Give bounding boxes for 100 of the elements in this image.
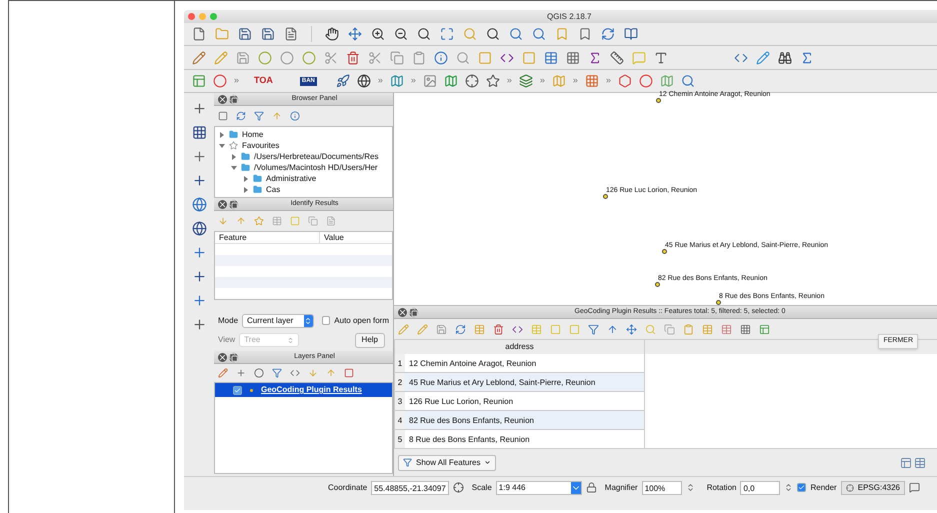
binoculars-icon[interactable] bbox=[778, 50, 792, 64]
close-icon[interactable] bbox=[218, 200, 227, 208]
magnifier-icon[interactable] bbox=[417, 27, 431, 41]
layer-row[interactable]: GeoCoding Plugin Results bbox=[215, 383, 392, 397]
close-icon[interactable] bbox=[398, 308, 407, 316]
message-icon[interactable] bbox=[908, 482, 920, 493]
tree-item[interactable]: Administrative bbox=[266, 174, 316, 184]
help-button[interactable]: Help bbox=[354, 332, 385, 348]
tree-item[interactable]: Cas bbox=[266, 184, 280, 194]
magnifier-icon[interactable] bbox=[486, 27, 500, 41]
refresh-icon[interactable] bbox=[601, 27, 615, 41]
sigma-icon[interactable] bbox=[800, 50, 814, 64]
more-chevron[interactable]: » bbox=[378, 74, 383, 88]
save-icon[interactable] bbox=[238, 27, 252, 41]
zoom-in-icon[interactable] bbox=[371, 27, 385, 41]
copy-icon[interactable] bbox=[390, 50, 404, 64]
cut-icon[interactable] bbox=[368, 50, 382, 64]
pen-icon[interactable] bbox=[756, 50, 770, 64]
calculator-icon[interactable] bbox=[740, 324, 751, 334]
globe-icon[interactable] bbox=[356, 74, 371, 88]
refresh-icon[interactable] bbox=[455, 324, 466, 334]
more-chevron[interactable]: » bbox=[572, 74, 578, 88]
layer-name[interactable]: GeoCoding Plugin Results bbox=[261, 384, 362, 396]
layer-checkbox[interactable] bbox=[233, 386, 242, 394]
delete-icon[interactable] bbox=[493, 324, 504, 334]
checkbox[interactable] bbox=[322, 316, 330, 325]
expression-icon[interactable] bbox=[512, 324, 523, 334]
identify-icon[interactable] bbox=[434, 50, 448, 64]
table-cell: 82 Rue des Bons Enfants, Reunion bbox=[405, 411, 644, 429]
tree-item[interactable]: Home bbox=[242, 130, 264, 140]
tree-item[interactable]: Favourites bbox=[242, 140, 280, 150]
table-view-icon[interactable] bbox=[914, 456, 926, 468]
book-icon[interactable] bbox=[624, 27, 638, 41]
more-chevron[interactable]: » bbox=[410, 74, 416, 88]
ruler-icon[interactable] bbox=[610, 50, 624, 64]
right-triangle-icon[interactable] bbox=[219, 132, 225, 138]
rocket-icon[interactable] bbox=[336, 74, 350, 88]
delete-icon[interactable] bbox=[346, 50, 360, 64]
table-cell: 45 Rue Marius et Ary Leblond, Saint-Pierre, Reunion bbox=[405, 373, 644, 391]
magnifier-field[interactable]: 100% bbox=[642, 480, 682, 494]
show-all-features-button[interactable]: Show All Features bbox=[398, 454, 496, 470]
table-icon[interactable] bbox=[544, 50, 558, 64]
more-chevron[interactable]: » bbox=[606, 74, 611, 88]
scale-field[interactable]: 1:9 446 bbox=[496, 480, 582, 494]
window-title: QGIS 2.18.7 bbox=[546, 10, 592, 22]
filter-icon[interactable] bbox=[254, 111, 264, 121]
map-icon[interactable] bbox=[660, 74, 674, 88]
render-checkbox[interactable] bbox=[797, 483, 806, 492]
more-chevron[interactable]: » bbox=[234, 74, 240, 88]
point-symbol-icon bbox=[250, 388, 253, 392]
stepper-icon[interactable] bbox=[784, 483, 794, 492]
text-icon[interactable] bbox=[654, 50, 668, 64]
filter-icon[interactable] bbox=[588, 324, 599, 334]
new-file-icon[interactable] bbox=[192, 27, 206, 41]
star-icon[interactable] bbox=[486, 74, 500, 88]
layout-icon[interactable] bbox=[192, 74, 206, 88]
calculator-icon[interactable] bbox=[566, 50, 580, 64]
zoom-out-icon[interactable] bbox=[394, 27, 408, 41]
mode-select[interactable]: Current layer bbox=[242, 314, 314, 328]
more-chevron[interactable]: » bbox=[506, 74, 512, 88]
more-chevron[interactable]: » bbox=[540, 74, 545, 88]
refresh-icon[interactable] bbox=[236, 111, 246, 121]
pencil-icon[interactable] bbox=[192, 50, 206, 64]
globe-icon[interactable] bbox=[192, 221, 206, 236]
conditional-format-icon[interactable] bbox=[759, 324, 770, 334]
coordinate-field[interactable]: 55.48855,-21.34097 bbox=[371, 480, 449, 494]
tree-item[interactable]: /Volumes/Macintosh HD/Users/Her bbox=[254, 162, 378, 172]
stepper-icon[interactable] bbox=[686, 483, 695, 492]
grid-icon[interactable] bbox=[584, 74, 599, 88]
sigma-icon[interactable] bbox=[588, 50, 602, 64]
down-triangle-icon[interactable] bbox=[231, 164, 237, 170]
tree-item[interactable]: /Users/Herbreteau/Documents/Res bbox=[254, 152, 378, 162]
down-triangle-icon[interactable] bbox=[219, 142, 225, 148]
folder-icon bbox=[241, 163, 250, 172]
right-triangle-icon[interactable] bbox=[243, 176, 249, 182]
form-view-icon[interactable] bbox=[900, 456, 912, 468]
move-icon[interactable] bbox=[348, 27, 362, 41]
filter-icon[interactable] bbox=[272, 368, 282, 378]
crs-button[interactable]: EPSG:4326 bbox=[840, 480, 905, 494]
close-window-icon[interactable] bbox=[188, 13, 195, 20]
close-icon[interactable] bbox=[218, 352, 227, 362]
bookmark-icon[interactable] bbox=[578, 27, 592, 41]
hexagon-icon[interactable] bbox=[618, 74, 632, 88]
document-icon[interactable] bbox=[284, 27, 298, 41]
right-triangle-icon[interactable] bbox=[243, 186, 249, 192]
filter-icon bbox=[403, 458, 412, 467]
lock-icon[interactable] bbox=[586, 482, 597, 493]
rotation-field[interactable]: 0,0 bbox=[740, 480, 780, 494]
info-icon[interactable] bbox=[290, 111, 300, 121]
right-triangle-icon[interactable] bbox=[231, 154, 237, 160]
crosshair-icon[interactable] bbox=[452, 482, 464, 493]
toa-label[interactable]: TOA bbox=[254, 74, 273, 88]
layers-icon[interactable] bbox=[518, 74, 533, 88]
paste-icon[interactable] bbox=[412, 50, 426, 64]
image-icon[interactable] bbox=[422, 74, 437, 88]
crosshair-icon bbox=[846, 484, 854, 492]
map-icon[interactable] bbox=[390, 74, 404, 88]
zoom-full-icon[interactable] bbox=[440, 27, 454, 41]
close-icon[interactable] bbox=[218, 94, 227, 104]
save-as-icon[interactable] bbox=[261, 27, 275, 41]
